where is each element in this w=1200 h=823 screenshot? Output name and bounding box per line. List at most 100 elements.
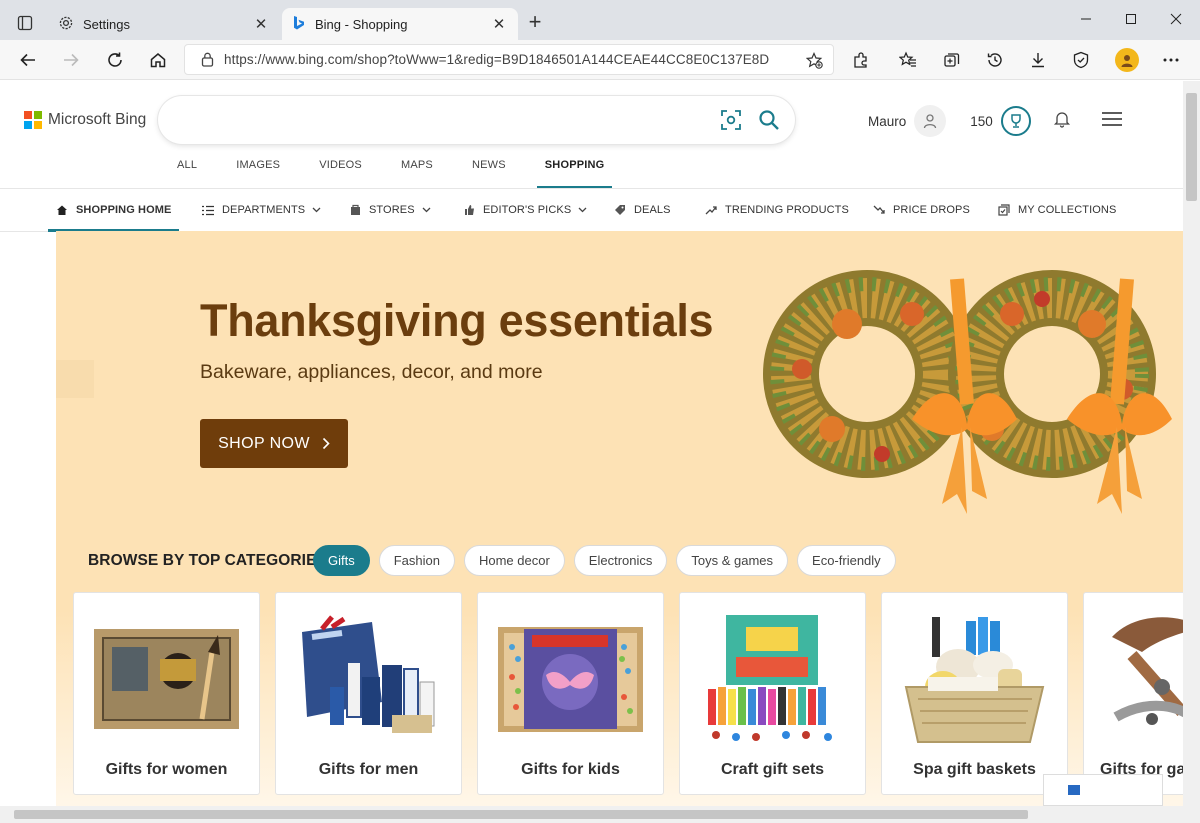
refresh-icon[interactable] [100, 45, 130, 75]
browser-toolbar: https://www.bing.com/shop?toWww=1&redig=… [0, 40, 1200, 80]
store-icon [350, 204, 361, 216]
rewards-trophy-icon[interactable] [1000, 106, 1031, 136]
nav-label: TRENDING PRODUCTS [725, 204, 849, 216]
nav-editors-picks[interactable]: EDITOR'S PICKS [464, 189, 587, 231]
scope-shopping[interactable]: SHOPPING [536, 159, 613, 189]
history-icon[interactable] [980, 45, 1010, 75]
reward-points[interactable]: 150 [970, 114, 993, 129]
bing-logo[interactable]: Microsoft Bing [24, 111, 146, 129]
spa-basket-image [904, 617, 1045, 743]
chevron-down-icon [422, 204, 431, 216]
user-name[interactable]: Mauro [868, 114, 906, 129]
collections-icon [998, 204, 1010, 216]
address-bar[interactable]: https://www.bing.com/shop?toWww=1&redig=… [184, 44, 834, 75]
feedback-button[interactable] [1043, 774, 1163, 806]
garden-tool-image [1112, 617, 1183, 725]
visual-search-icon[interactable] [719, 108, 743, 137]
close-tab-icon[interactable]: ✕ [490, 15, 508, 33]
nav-label: MY COLLECTIONS [1018, 204, 1117, 216]
category-card-gifts-for-ga[interactable]: Gifts for ga [1083, 592, 1183, 795]
butterfly-craft-kit-image [498, 627, 643, 732]
horizontal-scrollbar[interactable] [0, 806, 1200, 823]
nav-deals[interactable]: DEALS [614, 189, 671, 231]
forward-icon[interactable] [56, 45, 86, 75]
card-caption: Spa gift baskets [913, 761, 1036, 778]
chip-toys-games[interactable]: Toys & games [676, 545, 789, 576]
logo-text: Microsoft Bing [48, 111, 147, 128]
scope-maps[interactable]: MAPS [401, 159, 433, 189]
card-caption: Gifts for women [105, 761, 228, 778]
category-card-gifts-for-men[interactable]: Gifts for men [275, 592, 462, 795]
shop-now-button[interactable]: SHOP NOW [200, 419, 348, 468]
profile-avatar[interactable] [1112, 45, 1142, 75]
avatar-icon [1115, 48, 1139, 72]
wreath-image [763, 270, 1172, 514]
favorites-icon[interactable] [893, 45, 923, 75]
downloads-icon[interactable] [1023, 45, 1053, 75]
category-card-gifts-for-women[interactable]: Gifts for women [73, 592, 260, 795]
nav-label: DEPARTMENTS [222, 204, 306, 216]
thumbs-up-icon [464, 204, 475, 216]
nav-my-collections[interactable]: MY COLLECTIONS [998, 189, 1116, 231]
craft-supplies-image [708, 615, 832, 741]
chip-home-decor[interactable]: Home decor [463, 545, 565, 576]
search-scope-tabs: ALL IMAGES VIDEOS MAPS NEWS SHOPPING [177, 159, 643, 189]
scope-all[interactable]: ALL [177, 159, 197, 189]
url-text: https://www.bing.com/shop?toWww=1&redig=… [224, 52, 770, 67]
nav-price-drops[interactable]: PRICE DROPS [873, 189, 970, 231]
chip-fashion[interactable]: Fashion [378, 545, 455, 576]
back-icon[interactable] [13, 45, 43, 75]
tab-title: Bing - Shopping [315, 16, 408, 32]
tab-settings[interactable]: Settings ✕ [48, 8, 280, 40]
gear-icon [58, 15, 74, 34]
search-icon[interactable] [757, 108, 781, 137]
lock-icon[interactable] [201, 52, 214, 67]
chip-gifts[interactable]: Gifts [313, 545, 370, 576]
nav-departments[interactable]: DEPARTMENTS [202, 189, 321, 231]
close-tab-icon[interactable]: ✕ [252, 15, 270, 33]
settings-more-icon[interactable] [1156, 45, 1186, 75]
browse-categories-title: BROWSE BY TOP CATEGORIES [88, 552, 327, 569]
chip-electronics[interactable]: Electronics [573, 545, 668, 576]
search-input[interactable] [158, 96, 795, 144]
vertical-scrollbar[interactable] [1183, 81, 1200, 806]
scope-news[interactable]: NEWS [472, 159, 506, 189]
nav-trending-products[interactable]: TRENDING PRODUCTS [705, 189, 849, 231]
browser-essentials-icon[interactable] [1066, 45, 1096, 75]
hamburger-menu-icon[interactable] [1101, 111, 1123, 132]
page-viewport: Microsoft Bing Mauro 150 ALL IMAGES VIDE… [0, 81, 1183, 806]
nav-stores[interactable]: STORES [350, 189, 431, 231]
shop-now-label: SHOP NOW [218, 434, 310, 452]
add-favorite-icon[interactable] [806, 52, 823, 69]
chip-eco-friendly[interactable]: Eco-friendly [797, 545, 896, 576]
scrollbar-thumb[interactable] [14, 810, 1028, 819]
card-caption: Gifts for kids [521, 761, 620, 778]
scrollbar-thumb[interactable] [1186, 93, 1197, 201]
scope-videos[interactable]: VIDEOS [319, 159, 362, 189]
category-card-spa-gift-baskets[interactable]: Spa gift baskets [881, 592, 1068, 795]
nav-shopping-home[interactable]: SHOPPING HOME [47, 189, 180, 232]
tag-icon [614, 204, 626, 216]
new-tab-button[interactable]: + [522, 10, 548, 36]
extensions-icon[interactable] [846, 45, 876, 75]
scope-images[interactable]: IMAGES [236, 159, 280, 189]
carousel-prev-button[interactable] [56, 360, 94, 398]
category-card-craft-gift-sets[interactable]: Craft gift sets [679, 592, 866, 795]
hero-title: Thanksgiving essentials [200, 295, 714, 346]
user-avatar-icon[interactable] [914, 105, 947, 137]
tab-actions-icon[interactable] [10, 9, 40, 37]
collections-icon[interactable] [937, 45, 967, 75]
close-window-icon[interactable] [1154, 4, 1198, 34]
minimize-icon[interactable] [1064, 4, 1108, 34]
category-cards: Gifts for women Gifts for men Gifts for … [73, 592, 1183, 795]
feedback-icon [1068, 785, 1080, 795]
home-icon[interactable] [143, 45, 173, 75]
tab-bing-shopping[interactable]: Bing - Shopping ✕ [282, 8, 518, 40]
maximize-icon[interactable] [1109, 4, 1153, 34]
tab-title: Settings [83, 16, 130, 32]
card-caption: Gifts for men [318, 761, 419, 778]
notifications-bell-icon[interactable] [1053, 110, 1071, 133]
category-card-gifts-for-kids[interactable]: Gifts for kids [477, 592, 664, 795]
home-icon [56, 204, 68, 216]
nav-label: DEALS [634, 204, 671, 216]
